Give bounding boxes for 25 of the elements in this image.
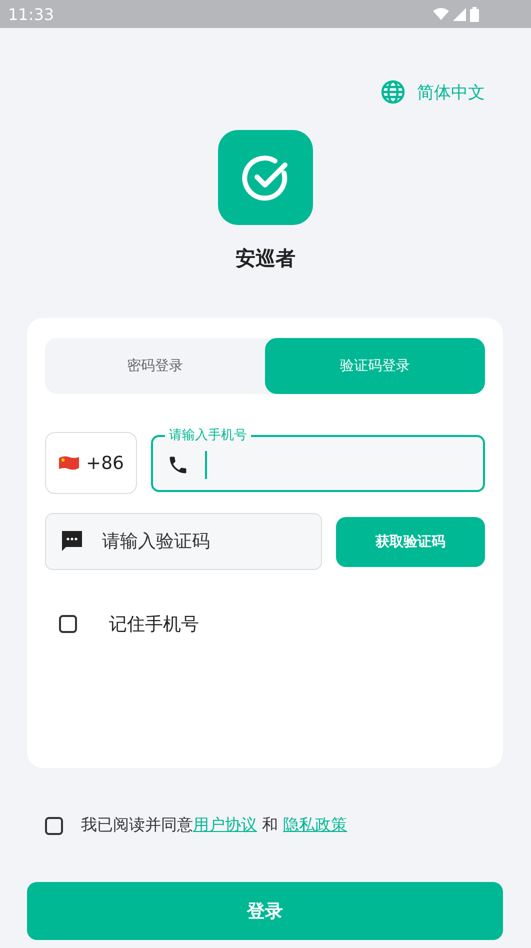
signal-icon bbox=[453, 8, 466, 20]
login-tab[interactable]: 密码登录 bbox=[45, 338, 265, 394]
app-name: 安巡者 bbox=[234, 245, 296, 272]
message-icon bbox=[60, 529, 84, 553]
get-code-button[interactable]: 获取验证码 bbox=[336, 516, 485, 566]
login-button[interactable]: 登录 bbox=[27, 882, 503, 940]
remember-label: 记住手机号 bbox=[109, 613, 199, 636]
flag-icon bbox=[58, 455, 80, 471]
phone-field-label: 请输入手机号 bbox=[168, 428, 248, 444]
code-field[interactable]: 请输入验证码 bbox=[45, 513, 322, 570]
phone-icon bbox=[167, 454, 189, 476]
language-button[interactable]: 简体中文 bbox=[381, 80, 485, 104]
privacy-policy-link[interactable]: 隐私政策 bbox=[283, 815, 348, 834]
agreement-text: 我已阅读并同意用户协议 和 隐私政策 bbox=[81, 815, 348, 836]
user-agreement-link[interactable]: 用户协议 bbox=[193, 815, 257, 834]
checkbox[interactable] bbox=[45, 816, 63, 834]
wifi-icon bbox=[433, 8, 449, 20]
globe-icon bbox=[381, 80, 405, 104]
login-tab[interactable]: 验证码登录 bbox=[265, 338, 485, 394]
phone-field[interactable]: 请输入手机号 bbox=[151, 428, 485, 492]
country-code-button[interactable]: +86 bbox=[45, 432, 137, 494]
checkbox[interactable] bbox=[59, 615, 77, 633]
battery-icon bbox=[470, 6, 479, 22]
text-cursor bbox=[205, 451, 207, 479]
status-time: 11:33 bbox=[8, 4, 54, 24]
